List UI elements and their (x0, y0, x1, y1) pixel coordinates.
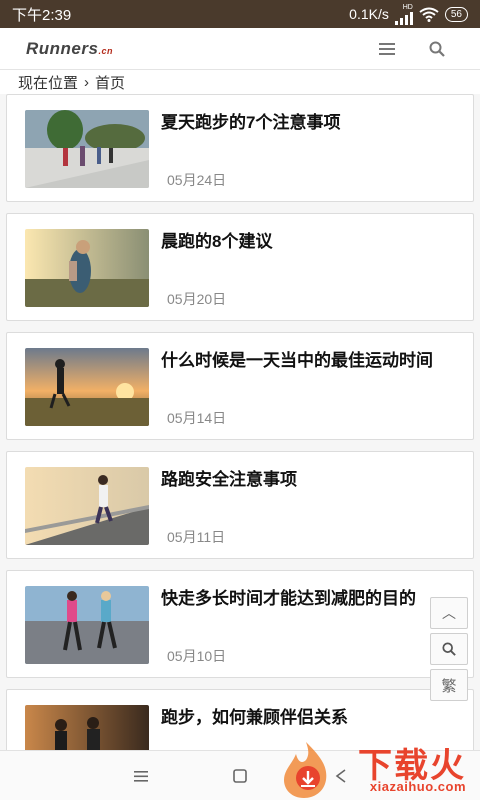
menu-icon (134, 770, 148, 782)
watermark-logo-icon (284, 742, 327, 798)
breadcrumb: 现在位置 › 首页 (0, 70, 480, 94)
search-icon (442, 642, 456, 656)
traditional-chinese-button[interactable]: 繁 (430, 669, 468, 701)
article-title[interactable]: 什么时候是一天当中的最佳运动时间 (161, 347, 461, 374)
article-card[interactable]: 快走多长时间才能达到减肥的目的 05月10日 (6, 570, 474, 678)
menu-button[interactable] (370, 32, 404, 66)
app-header: Runners.cn (0, 28, 480, 70)
article-title[interactable]: 晨跑的8个建议 (161, 228, 461, 255)
article-title[interactable]: 快走多长时间才能达到减肥的目的 (161, 585, 461, 612)
article-card[interactable]: 夏天跑步的7个注意事项 05月24日 (6, 94, 474, 202)
signal-icon: HD (394, 3, 413, 25)
home-square-icon (233, 769, 247, 783)
article-card[interactable]: 路跑安全注意事项 05月11日 (6, 451, 474, 559)
back-to-top-button[interactable]: ︿ (430, 597, 468, 629)
article-date: 05月14日 (167, 410, 227, 426)
watermark: 下载火 xiazaihuo.com (276, 738, 476, 800)
article-list: 夏天跑步的7个注意事项 05月24日 晨跑的8个建议 05月20日 什么时候是一… (0, 94, 480, 750)
article-title[interactable]: 路跑安全注意事项 (161, 466, 461, 493)
summer-runners-photo (25, 110, 149, 188)
breadcrumb-home-link[interactable]: 首页 (95, 72, 125, 93)
chevron-up-icon: ︿ (442, 605, 456, 621)
sunset-runner-photo (25, 348, 149, 426)
watermark-url: xiazaihuo.com (369, 779, 466, 794)
status-icons: 0.1K/s HD 56 (349, 4, 468, 25)
article-card[interactable]: 什么时候是一天当中的最佳运动时间 05月14日 (6, 332, 474, 440)
float-search-button[interactable] (430, 633, 468, 665)
search-icon (429, 41, 445, 57)
hd-label: HD (402, 3, 413, 11)
breadcrumb-prefix: 现在位置 (18, 74, 79, 92)
battery-icon: 56 (444, 6, 468, 22)
article-date: 05月10日 (167, 648, 227, 664)
walking-women-photo (25, 586, 149, 664)
hamburger-menu-icon (379, 42, 395, 55)
nav-menu-button[interactable] (130, 765, 152, 787)
breadcrumb-separator: › (84, 73, 90, 91)
status-bar: 下午2:39 0.1K/s HD 56 (0, 0, 480, 28)
article-title[interactable]: 夏天跑步的7个注意事项 (161, 109, 461, 136)
couple-runners-photo (25, 705, 149, 750)
nav-home-button[interactable] (229, 765, 251, 787)
article-date: 05月11日 (167, 529, 226, 545)
article-date: 05月24日 (167, 172, 227, 188)
search-button[interactable] (420, 32, 454, 66)
road-runner-photo (25, 467, 149, 545)
status-time: 下午2:39 (12, 6, 72, 24)
wifi-icon (419, 7, 439, 22)
article-date: 05月20日 (167, 291, 227, 307)
article-title[interactable]: 跑步，如何兼顾伴侣关系 (161, 704, 461, 731)
morning-runner-photo (25, 229, 149, 307)
article-card[interactable]: 晨跑的8个建议 05月20日 (6, 213, 474, 321)
traditional-label: 繁 (441, 677, 457, 695)
net-speed: 0.1K/s (349, 6, 389, 22)
site-logo[interactable]: Runners.cn (26, 39, 354, 59)
